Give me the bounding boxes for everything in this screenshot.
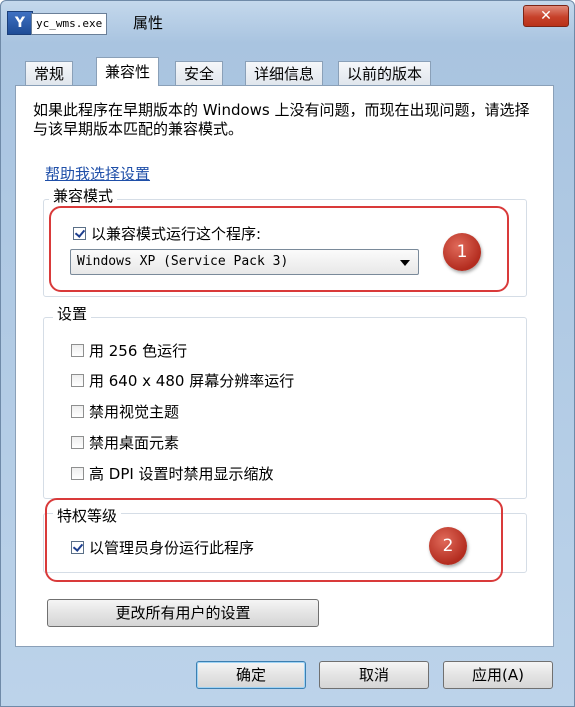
apply-button[interactable]: 应用(A) bbox=[443, 661, 553, 689]
setting-checkbox[interactable] bbox=[71, 467, 84, 480]
close-button[interactable]: ✕ bbox=[523, 5, 569, 27]
setting-option-label: 禁用桌面元素 bbox=[89, 434, 180, 452]
settings-group-title: 设置 bbox=[53, 305, 92, 323]
tab-security[interactable]: 安全 bbox=[175, 61, 224, 86]
setting-option-high-dpi[interactable]: 高 DPI 设置时禁用显示缩放 bbox=[71, 465, 274, 483]
setting-option-disable-desktop[interactable]: 禁用桌面元素 bbox=[71, 434, 179, 452]
annotation-box-1 bbox=[49, 206, 509, 292]
window-title: 属性 bbox=[133, 14, 164, 32]
help-choose-settings-link[interactable]: 帮助我选择设置 bbox=[45, 163, 150, 184]
compat-description: 如果此程序在早期版本的 Windows 上没有问题，而现在出现问题，请选择与该早… bbox=[33, 101, 530, 138]
tab-previous-versions[interactable]: 以前的版本 bbox=[338, 61, 432, 86]
setting-checkbox[interactable] bbox=[71, 405, 84, 418]
setting-option-disable-themes[interactable]: 禁用视觉主题 bbox=[71, 403, 179, 421]
tab-general[interactable]: 常规 bbox=[25, 61, 74, 86]
setting-option-640x480[interactable]: 用 640 x 480 屏幕分辨率运行 bbox=[71, 372, 294, 390]
title-bar[interactable]: Y yc_wms.exe 属性 ✕ bbox=[1, 1, 575, 41]
setting-option-label: 用 256 色运行 bbox=[89, 342, 188, 360]
tab-details[interactable]: 详细信息 bbox=[245, 61, 324, 86]
annotation-badge-1: 1 bbox=[443, 233, 481, 271]
close-icon: ✕ bbox=[540, 8, 552, 24]
setting-checkbox[interactable] bbox=[71, 344, 84, 357]
setting-option-256-color[interactable]: 用 256 色运行 bbox=[71, 342, 187, 360]
ok-button[interactable]: 确定 bbox=[196, 661, 306, 689]
setting-checkbox[interactable] bbox=[71, 436, 84, 449]
setting-option-label: 用 640 x 480 屏幕分辨率运行 bbox=[89, 372, 295, 390]
setting-checkbox[interactable] bbox=[71, 374, 84, 387]
setting-option-label: 高 DPI 设置时禁用显示缩放 bbox=[89, 465, 274, 483]
title-exe-name: yc_wms.exe bbox=[31, 13, 108, 35]
compat-mode-group-title: 兼容模式 bbox=[49, 187, 118, 205]
app-icon: Y bbox=[7, 11, 33, 35]
annotation-badge-2: 2 bbox=[429, 527, 467, 565]
change-all-users-button[interactable]: 更改所有用户的设置 bbox=[47, 599, 319, 627]
tab-compatibility[interactable]: 兼容性 bbox=[96, 57, 160, 86]
properties-window: Y yc_wms.exe 属性 ✕ 常规 兼容性 安全 详细信息 以前的版本 如… bbox=[0, 0, 575, 707]
setting-option-label: 禁用视觉主题 bbox=[89, 403, 180, 421]
cancel-button[interactable]: 取消 bbox=[319, 661, 429, 689]
